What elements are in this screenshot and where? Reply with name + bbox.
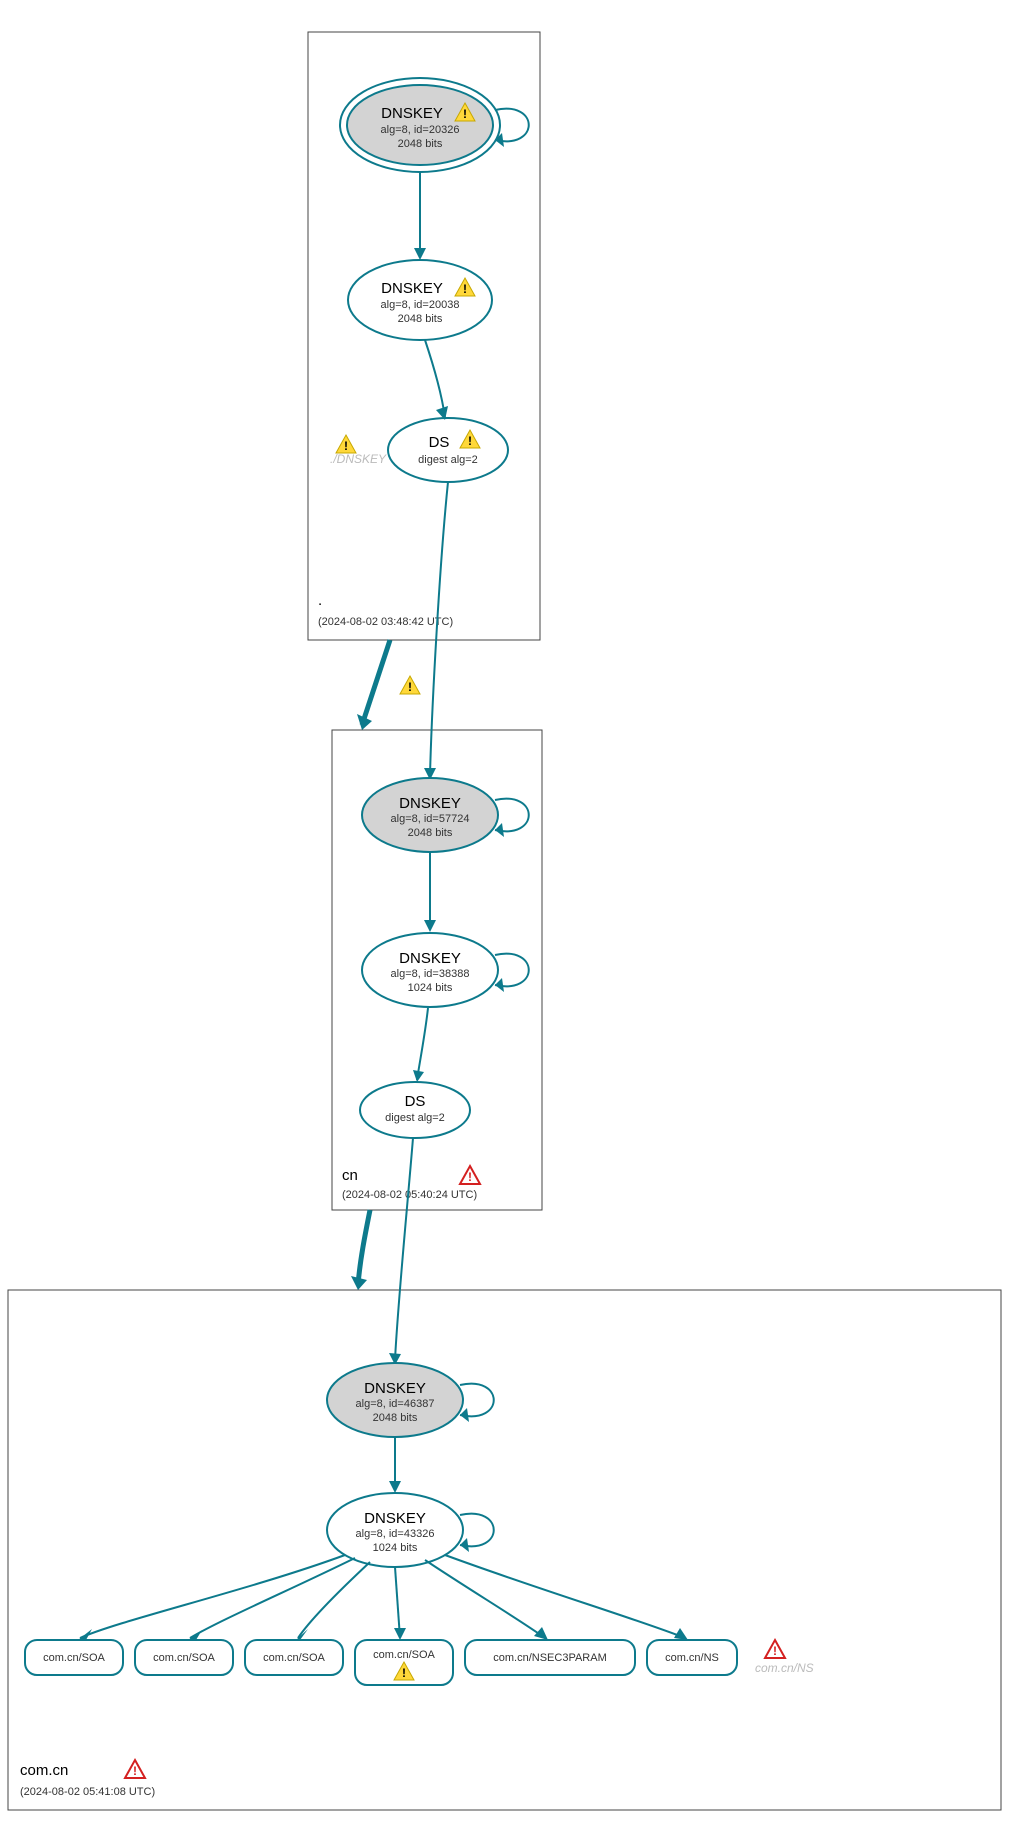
node-comcn-ksk: DNSKEY alg=8, id=46387 2048 bits xyxy=(327,1363,463,1437)
node-comcn-zsk: DNSKEY alg=8, id=43326 1024 bits xyxy=(327,1493,463,1567)
node-comcn-ksk-sub1: alg=8, id=46387 xyxy=(356,1398,435,1410)
warning-icon: ! xyxy=(400,676,420,694)
node-cn-ksk-sub1: alg=8, id=57724 xyxy=(391,813,470,825)
svg-text:!: ! xyxy=(773,1644,777,1658)
zone-cn-timestamp: (2024-08-02 05:40:24 UTC) xyxy=(342,1189,477,1201)
zone-comcn-timestamp: (2024-08-02 05:41:08 UTC) xyxy=(20,1786,155,1798)
zone-cn-label: cn xyxy=(342,1167,358,1184)
leaf-soa-3: com.cn/SOA xyxy=(245,1640,343,1675)
svg-text:!: ! xyxy=(344,439,348,453)
svg-text:DS: DS xyxy=(429,434,450,451)
zone-comcn-label: com.cn xyxy=(20,1762,68,1779)
svg-text:DNSKEY: DNSKEY xyxy=(381,280,443,297)
node-comcn-ksk-sub2: 2048 bits xyxy=(373,1412,418,1424)
node-comcn-zsk-title: DNSKEY xyxy=(364,1510,426,1527)
svg-text:DNSKEY: DNSKEY xyxy=(381,105,443,122)
svg-text:com.cn/NS: com.cn/NS xyxy=(665,1652,719,1664)
svg-text:!: ! xyxy=(408,680,412,694)
node-root-ksk: DNSKEY alg=8, id=20326 2048 bits xyxy=(340,78,500,172)
node-root-zsk: DNSKEY alg=8, id=20038 2048 bits xyxy=(348,260,492,340)
node-cn-zsk: DNSKEY alg=8, id=38388 1024 bits xyxy=(362,933,498,1007)
node-cn-ds-title: DS xyxy=(405,1093,426,1110)
leaf-soa-2: com.cn/SOA xyxy=(135,1640,233,1675)
svg-text:com.cn/SOA: com.cn/SOA xyxy=(373,1649,435,1661)
ghost-root-dnskey: ./DNSKEY xyxy=(330,452,387,466)
node-cn-ksk-sub2: 2048 bits xyxy=(408,827,453,839)
node-comcn-ksk-title: DNSKEY xyxy=(364,1380,426,1397)
svg-text:com.cn/SOA: com.cn/SOA xyxy=(43,1652,105,1664)
svg-text:!: ! xyxy=(402,1666,406,1680)
node-root-zsk-sub1: alg=8, id=20038 xyxy=(381,299,460,311)
node-root-ksk-sub1: alg=8, id=20326 xyxy=(381,124,460,136)
leaf-ns: com.cn/NS xyxy=(647,1640,737,1675)
error-icon: ! xyxy=(765,1640,785,1658)
node-root-ds: DS digest alg=2 xyxy=(388,418,508,482)
node-comcn-zsk-sub2: 1024 bits xyxy=(373,1542,418,1554)
node-cn-ksk-title: DNSKEY xyxy=(399,795,461,812)
node-root-ksk-sub2: 2048 bits xyxy=(398,138,443,150)
node-cn-ds-sub1: digest alg=2 xyxy=(385,1112,445,1124)
node-cn-zsk-sub2: 1024 bits xyxy=(408,982,453,994)
zone-root-label: . xyxy=(318,592,322,609)
zone-root-timestamp: (2024-08-02 03:48:42 UTC) xyxy=(318,616,453,628)
error-icon: ! xyxy=(125,1760,145,1778)
leaf-nsec3param: com.cn/NSEC3PARAM xyxy=(465,1640,635,1675)
node-cn-ds: DS digest alg=2 xyxy=(360,1082,470,1138)
svg-text:com.cn/NSEC3PARAM: com.cn/NSEC3PARAM xyxy=(493,1652,607,1664)
node-comcn-zsk-sub1: alg=8, id=43326 xyxy=(356,1528,435,1540)
error-icon: ! xyxy=(460,1166,480,1184)
node-cn-zsk-sub1: alg=8, id=38388 xyxy=(391,968,470,980)
svg-text:com.cn/NS: com.cn/NS xyxy=(755,1661,814,1675)
svg-text:!: ! xyxy=(468,1170,472,1184)
node-root-zsk-sub2: 2048 bits xyxy=(398,313,443,325)
svg-text:!: ! xyxy=(133,1764,137,1778)
svg-text:!: ! xyxy=(463,107,467,121)
leaf-soa-1: com.cn/SOA xyxy=(25,1640,123,1675)
warning-icon: ! xyxy=(336,435,356,453)
node-root-zsk-title: DNSKEY xyxy=(381,280,443,297)
svg-text:!: ! xyxy=(463,282,467,296)
node-cn-zsk-title: DNSKEY xyxy=(399,950,461,967)
node-root-ksk-title: DNSKEY xyxy=(381,105,443,122)
ghost-ns: com.cn/NS xyxy=(755,1661,814,1675)
svg-text:com.cn/SOA: com.cn/SOA xyxy=(263,1652,325,1664)
node-root-ds-sub1: digest alg=2 xyxy=(418,454,478,466)
svg-text:./DNSKEY: ./DNSKEY xyxy=(330,452,387,466)
svg-text:!: ! xyxy=(468,434,472,448)
zone-comcn-box xyxy=(8,1290,1001,1810)
svg-text:com.cn/SOA: com.cn/SOA xyxy=(153,1652,215,1664)
node-cn-ksk: DNSKEY alg=8, id=57724 2048 bits xyxy=(362,778,498,852)
node-root-ds-title: DS xyxy=(429,434,450,451)
